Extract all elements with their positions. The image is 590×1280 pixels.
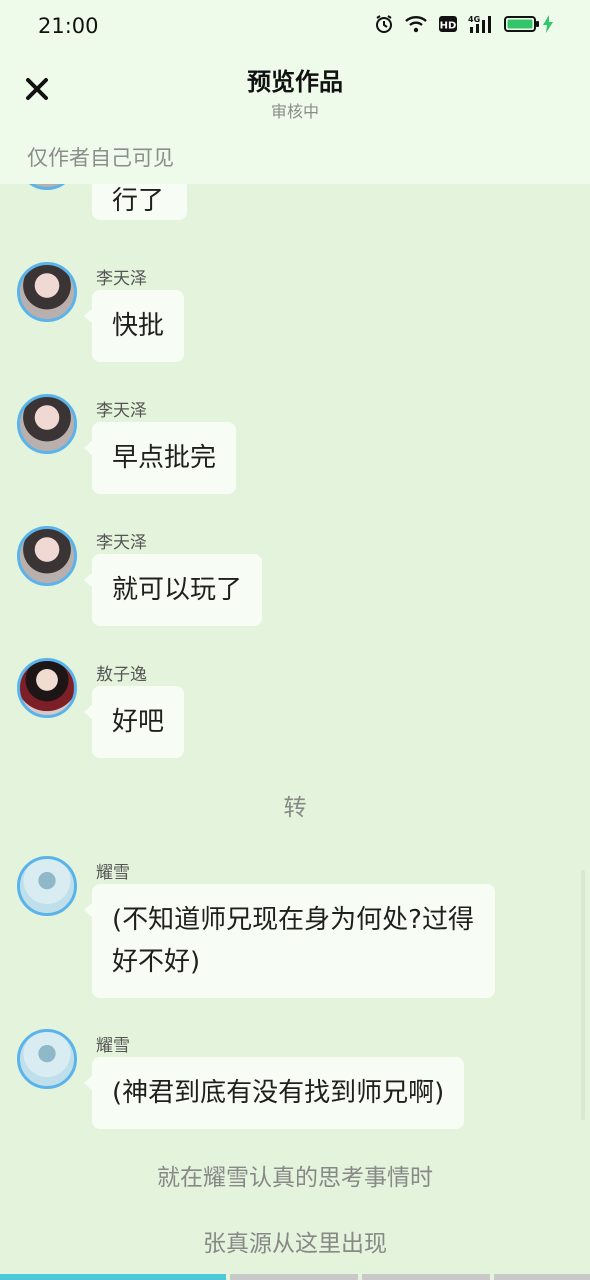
sender-name: 李天泽	[96, 269, 147, 289]
sender-name: 李天泽	[96, 401, 147, 421]
avatar[interactable]	[17, 526, 77, 586]
avatar[interactable]	[17, 1029, 77, 1089]
charging-icon	[542, 14, 554, 38]
sender-name: 李天泽	[96, 533, 147, 553]
avatar[interactable]	[17, 856, 77, 916]
sender-name: 耀雪	[96, 1036, 130, 1056]
narration-text: 就在耀雪认真的思考事情时	[157, 1165, 433, 1191]
alarm-icon	[374, 14, 394, 38]
signal-4g-icon: 4G	[468, 14, 494, 38]
progress-segment	[230, 1274, 358, 1280]
page-title: 预览作品	[247, 68, 343, 96]
sender-name: 敖子逸	[96, 665, 147, 685]
message-bubble: 早点批完	[83, 422, 237, 494]
wifi-icon	[404, 14, 428, 38]
narration-text: 张真源从这里出现	[203, 1231, 387, 1257]
progress-segment	[0, 1274, 226, 1280]
preview-header: 预览作品 审核中 仅作者自己可见	[0, 52, 590, 184]
hd-icon: HD	[438, 14, 458, 38]
progress-segment	[362, 1274, 490, 1280]
sender-name: 耀雪	[96, 863, 130, 883]
svg-text:4G: 4G	[468, 15, 480, 24]
avatar[interactable]	[17, 394, 77, 454]
message-bubble: 就可以玩了	[83, 554, 263, 626]
message-bubble: 快批	[83, 290, 185, 362]
status-time: 21:00	[38, 14, 99, 38]
scrollbar[interactable]	[581, 870, 585, 1120]
progress-segment	[494, 1274, 590, 1280]
visibility-note: 仅作者自己可见	[27, 146, 174, 170]
avatar[interactable]	[17, 262, 77, 322]
chat-area[interactable]: 行了 李天泽 快批 李天泽 早点批完 李天泽 就可以玩了 敖子逸 好吧 转 耀雪…	[0, 0, 590, 1280]
message-bubble: (神君到底有没有找到师兄啊)	[83, 1057, 465, 1129]
review-status: 审核中	[270, 102, 319, 121]
status-icons: HD 4G	[374, 14, 554, 38]
narration-text: 转	[283, 795, 307, 821]
battery-icon	[504, 14, 540, 38]
status-bar: 21:00 HD 4G	[0, 0, 590, 52]
svg-text:HD: HD	[440, 21, 457, 32]
avatar[interactable]	[17, 658, 77, 718]
message-bubble: (不知道师兄现在身为何处?过得好不好)	[84, 884, 495, 998]
message-bubble: 好吧	[83, 686, 185, 758]
story-progress-bar	[0, 1274, 590, 1280]
